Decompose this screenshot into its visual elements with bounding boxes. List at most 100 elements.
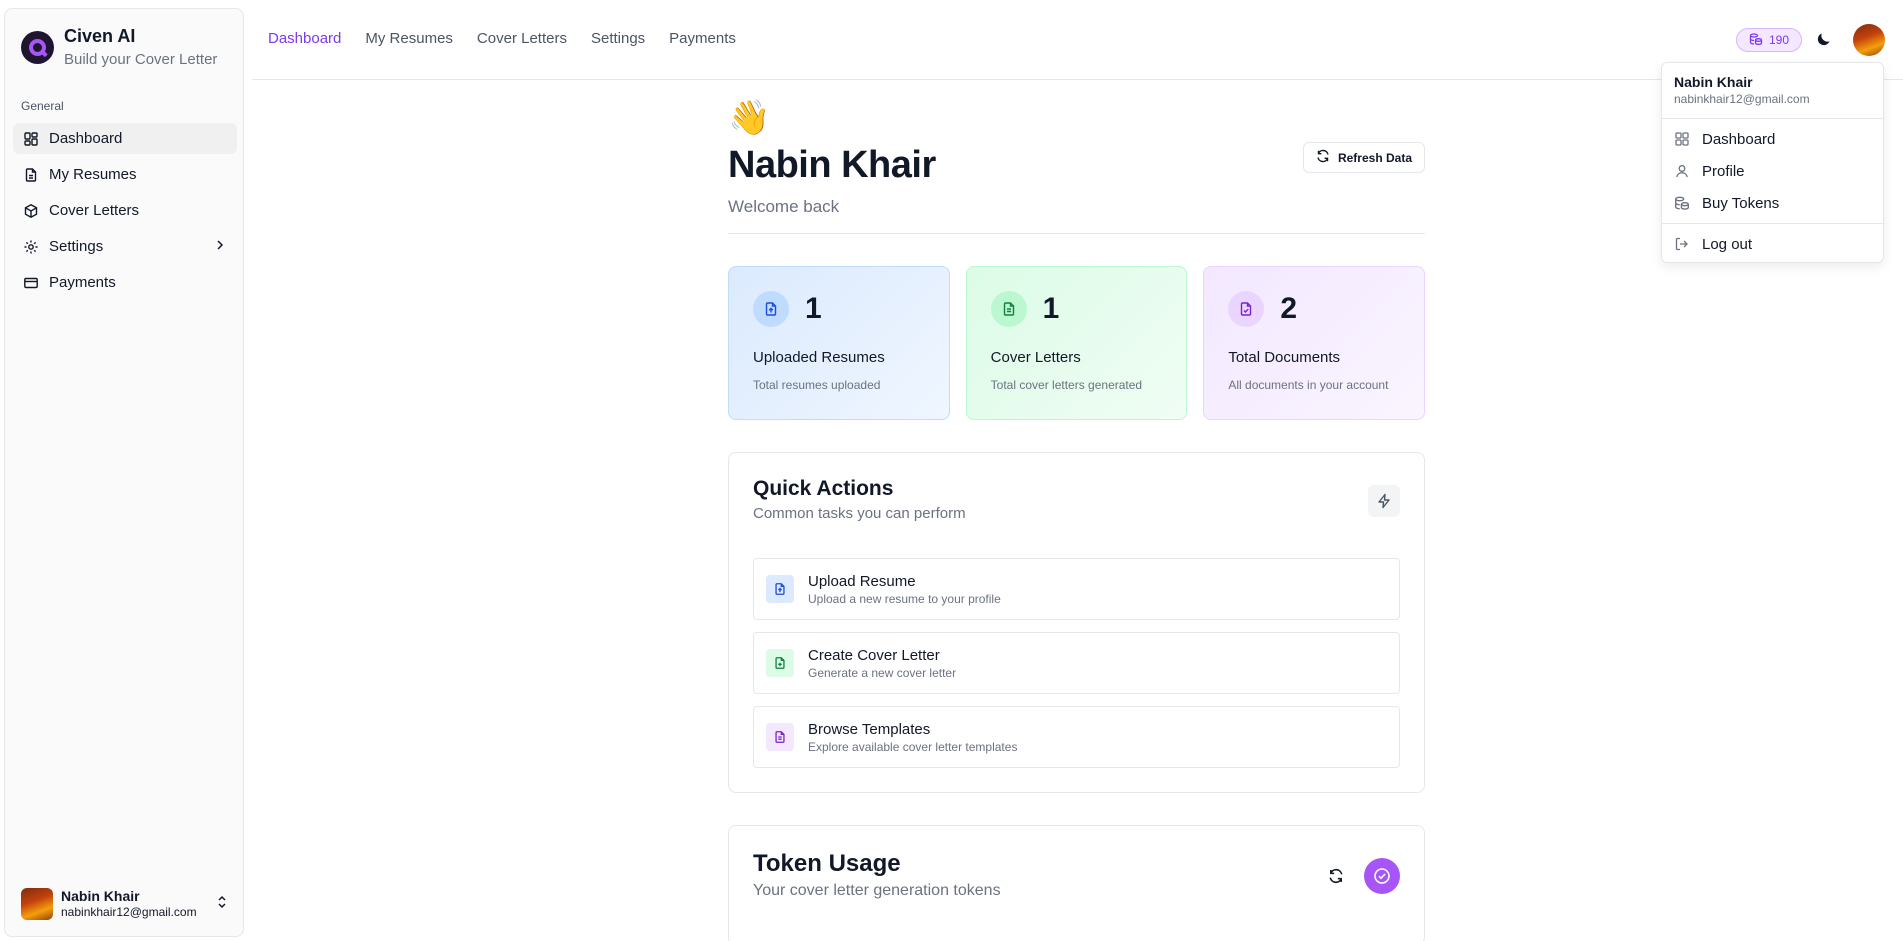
coins-icon — [1675, 196, 1689, 210]
avatar[interactable] — [1853, 24, 1885, 56]
brand[interactable]: Civen AI Build your Cover Letter — [21, 25, 217, 71]
sidebar-user-menu[interactable]: Nabin Khair nabinkhair12@gmail.com — [21, 888, 229, 920]
user-dropdown-menu: Nabin Khair nabinkhair12@gmail.com Dashb… — [1661, 62, 1884, 263]
wave-emoji: 👋 — [728, 99, 771, 137]
refresh-data-button[interactable]: Refresh Data — [1302, 142, 1425, 173]
token-usage-subtitle: Your cover letter generation tokens — [753, 882, 1001, 899]
user-name: Nabin Khair — [61, 888, 140, 904]
stat-description: Total cover letters generated — [990, 378, 1143, 392]
refresh-icon[interactable] — [1328, 868, 1344, 889]
logout-icon — [1675, 237, 1688, 251]
token-count: 190 — [1768, 33, 1789, 47]
sidebar-nav: Dashboard My Resumes Cover Letters Setti… — [13, 123, 237, 303]
upload-resume-action[interactable]: Upload Resume Upload a new resume to you… — [753, 558, 1400, 620]
create-cover-letter-action[interactable]: Create Cover Letter Generate a new cover… — [753, 632, 1400, 694]
avatar — [21, 888, 53, 920]
stat-card-cover-letters: 1 Cover Letters Total cover letters gene… — [965, 266, 1188, 420]
topnav-cover-letters[interactable]: Cover Letters — [477, 30, 567, 47]
sidebar-item-label: Settings — [49, 238, 104, 255]
stat-value: 1 — [805, 292, 822, 325]
file-text-icon — [766, 723, 794, 751]
sidebar-item-cover-letters[interactable]: Cover Letters — [13, 195, 237, 226]
divider — [728, 233, 1425, 234]
dashboard-icon — [23, 131, 39, 147]
file-upload-icon — [753, 291, 789, 327]
sidebar-item-my-resumes[interactable]: My Resumes — [13, 159, 237, 190]
token-balance-badge[interactable]: 190 — [1735, 28, 1802, 52]
stat-description: All documents in your account — [1228, 378, 1389, 392]
welcome-text: Welcome back — [728, 197, 840, 216]
stat-card-total-documents: 2 Total Documents All documents in your … — [1203, 266, 1426, 420]
check-circle-icon[interactable] — [1364, 858, 1400, 894]
sidebar-group-label: General — [21, 99, 64, 113]
refresh-data-label: Refresh Data — [1337, 150, 1412, 165]
token-usage-card: Token Usage Your cover letter generation… — [728, 825, 1425, 941]
topnav-settings[interactable]: Settings — [591, 30, 645, 47]
token-usage-title: Token Usage — [753, 850, 901, 877]
package-icon — [23, 203, 39, 219]
sidebar-item-payments[interactable]: Payments — [13, 267, 237, 298]
action-description: Explore available cover letter templates — [808, 739, 1018, 754]
refresh-icon — [1316, 149, 1330, 166]
chevrons-up-down-icon — [215, 894, 229, 915]
stat-value: 1 — [1042, 292, 1060, 325]
dropdown-item-label: Profile — [1702, 162, 1745, 180]
sidebar-item-label: Cover Letters — [49, 202, 140, 219]
zap-icon[interactable] — [1368, 485, 1400, 517]
dropdown-item-profile[interactable]: Profile — [1666, 155, 1879, 187]
browse-templates-action[interactable]: Browse Templates Explore available cover… — [753, 706, 1400, 768]
dropdown-item-buy-tokens[interactable]: Buy Tokens — [1666, 187, 1879, 219]
dropdown-user-header: Nabin Khair nabinkhair12@gmail.com — [1662, 63, 1883, 119]
action-title: Create Cover Letter — [808, 646, 940, 664]
coins-icon — [1749, 32, 1763, 49]
brand-title: Civen AI — [64, 26, 136, 46]
dropdown-user-email: nabinkhair12@gmail.com — [1674, 92, 1810, 106]
quick-actions-card: Quick Actions Common tasks you can perfo… — [728, 452, 1425, 793]
top-nav: Dashboard My Resumes Cover Letters Setti… — [268, 30, 736, 47]
gear-icon — [23, 239, 39, 255]
file-plus-icon — [766, 649, 794, 677]
dropdown-item-dashboard[interactable]: Dashboard — [1666, 123, 1879, 155]
stat-label: Total Documents — [1228, 349, 1341, 366]
topnav-dashboard[interactable]: Dashboard — [268, 30, 341, 47]
action-description: Upload a new resume to your profile — [808, 591, 1001, 606]
credit-card-icon — [23, 275, 39, 291]
dropdown-item-label: Dashboard — [1702, 130, 1776, 148]
sidebar-item-settings[interactable]: Settings — [13, 231, 237, 262]
logout-button[interactable]: Log out — [1666, 228, 1879, 260]
sidebar-item-label: Dashboard — [49, 130, 123, 147]
quick-actions-subtitle: Common tasks you can perform — [753, 505, 966, 522]
user-email: nabinkhair12@gmail.com — [61, 905, 197, 919]
brand-logo-icon — [21, 31, 54, 64]
action-title: Upload Resume — [808, 572, 916, 590]
dropdown-item-label: Buy Tokens — [1702, 194, 1780, 212]
file-upload-icon — [766, 575, 794, 603]
stat-card-resumes: 1 Uploaded Resumes Total resumes uploade… — [728, 266, 950, 420]
action-title: Browse Templates — [808, 720, 931, 738]
chevron-right-icon — [213, 238, 227, 256]
stat-value: 2 — [1280, 292, 1298, 325]
sidebar-item-label: My Resumes — [49, 166, 137, 183]
topnav-my-resumes[interactable]: My Resumes — [365, 30, 453, 47]
quick-actions-list: Upload Resume Upload a new resume to you… — [753, 558, 1400, 768]
sidebar-item-label: Payments — [49, 274, 116, 291]
logout-label: Log out — [1702, 235, 1753, 253]
stat-label: Uploaded Resumes — [753, 349, 885, 366]
sidebar-item-dashboard[interactable]: Dashboard — [13, 123, 237, 154]
user-icon — [1676, 165, 1688, 178]
file-check-icon — [1228, 291, 1265, 327]
topnav-payments[interactable]: Payments — [669, 30, 736, 47]
dropdown-items: Dashboard Profile Buy Tokens — [1662, 119, 1883, 224]
dropdown-user-name: Nabin Khair — [1674, 74, 1753, 90]
stat-label: Cover Letters — [990, 349, 1081, 366]
main-content: 👋 Nabin Khair Welcome back Refresh Data … — [728, 98, 1426, 941]
top-bar: Dashboard My Resumes Cover Letters Setti… — [252, 0, 1903, 80]
moon-icon[interactable] — [1816, 31, 1832, 52]
stats-row: 1 Uploaded Resumes Total resumes uploade… — [728, 266, 1426, 420]
brand-subtitle: Build your Cover Letter — [64, 51, 218, 68]
quick-actions-title: Quick Actions — [753, 477, 894, 500]
dashboard-icon — [1675, 132, 1689, 146]
file-text-icon — [23, 167, 39, 183]
sidebar: Civen AI Build your Cover Letter General… — [4, 8, 244, 937]
dropdown-logout-group: Log out — [1662, 224, 1883, 264]
